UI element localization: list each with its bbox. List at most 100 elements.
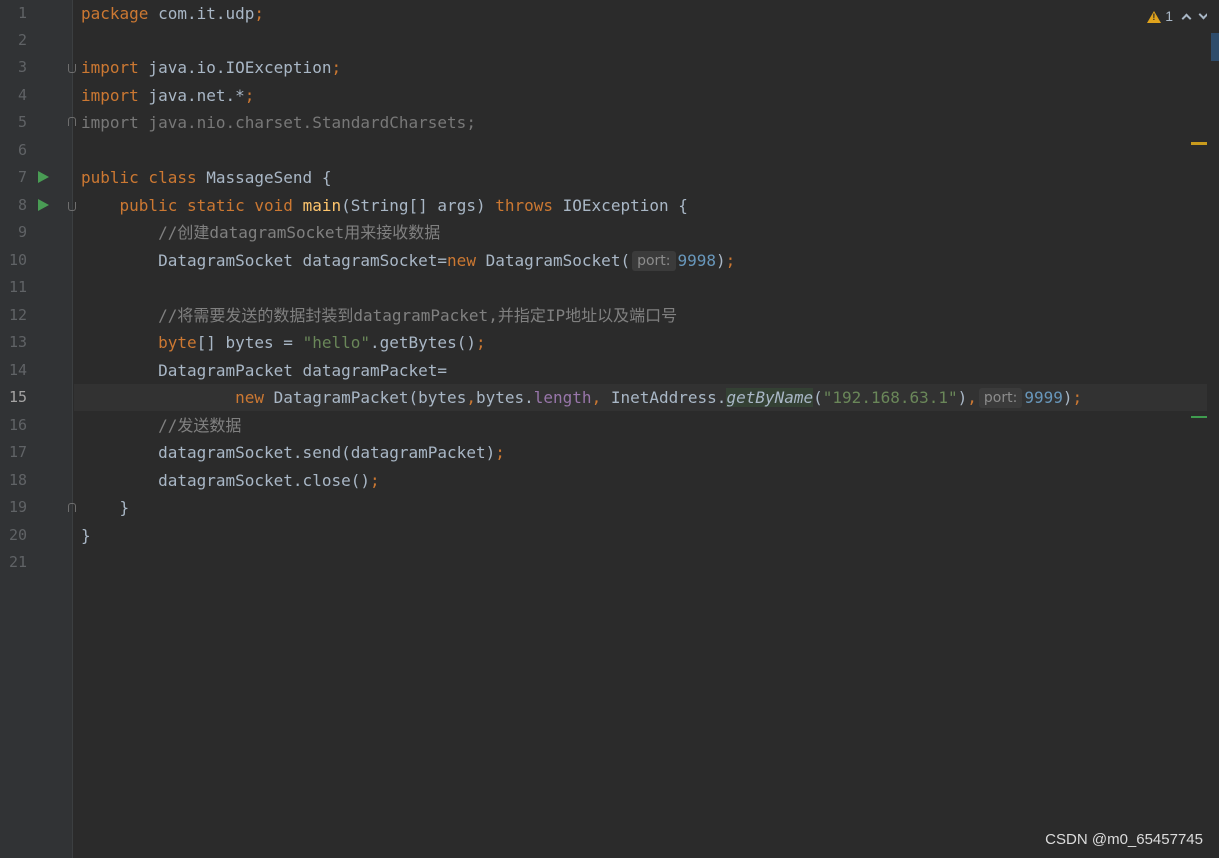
line-number: 19 (8, 498, 27, 516)
keyword: throws (495, 196, 554, 215)
code-line-1: package com.it.udp; (81, 0, 264, 27)
keyword: new (447, 251, 476, 270)
code-line-8: public static void main(String[] args) t… (81, 192, 688, 219)
number-literal: 9998 (677, 251, 717, 270)
keyword: package (81, 4, 149, 23)
change-stripe-marker[interactable] (1191, 416, 1207, 418)
constructor-call: DatagramSocket( (475, 251, 631, 270)
comment: //发送数据 (158, 416, 242, 435)
code-line-14: DatagramPacket datagramPacket= (81, 357, 447, 384)
code-line-18: datagramSocket.close(); (81, 467, 380, 494)
paren: ) (716, 251, 726, 270)
line-number: 1 (17, 4, 27, 22)
line-number: 7 (17, 168, 27, 186)
semicolon: ; (254, 4, 265, 23)
warning-indicator[interactable]: 1 (1147, 8, 1173, 24)
line-number: 14 (8, 361, 27, 379)
line-number: 8 (17, 196, 27, 214)
fold-end-imports-icon[interactable] (68, 117, 76, 126)
comma: , (967, 388, 977, 407)
run-main-icon[interactable] (38, 199, 49, 211)
keyword: byte (158, 333, 197, 352)
exception-type: IOException { (553, 196, 688, 215)
line-number: 2 (17, 31, 27, 49)
code-line-4: import java.net.*; (81, 82, 254, 109)
code-line-19: } (81, 494, 130, 521)
fold-method-icon[interactable] (68, 202, 76, 211)
keyword: import (81, 86, 139, 105)
warning-icon (1147, 11, 1162, 24)
line-number: 21 (8, 553, 27, 571)
paren: ( (813, 388, 823, 407)
static-method: getByName (726, 388, 814, 407)
code-line-15: new DatagramPacket(bytes,bytes.length, I… (81, 384, 1082, 411)
closing-brace: } (119, 498, 130, 517)
watermark: CSDN @m0_65457745 (1045, 831, 1203, 848)
import-path: java.net.* (138, 86, 245, 105)
code-line-10: DatagramSocket datagramSocket=new Datagr… (81, 247, 735, 274)
fold-end-method-icon[interactable] (68, 503, 76, 512)
code-line-3: import java.io.IOException; (81, 54, 341, 81)
line-number: 5 (17, 113, 27, 131)
keyword: new (235, 388, 265, 407)
line-number: 6 (17, 141, 27, 159)
code-editor[interactable]: 1 2 3 4 5 6 7 8 9 10 11 12 13 14 15 16 1… (0, 0, 1219, 858)
identifier: bytes. (475, 388, 534, 407)
number-literal: 9999 (1024, 388, 1063, 407)
comment: //将需要发送的数据封装到datagramPacket,并指定IP地址以及端口号 (158, 306, 678, 325)
semicolon: ; (244, 86, 255, 105)
string-literal: "192.168.63.1" (822, 388, 958, 407)
class-reference: InetAddress. (601, 388, 727, 407)
semicolon: ; (495, 443, 505, 462)
semicolon: ; (1072, 388, 1083, 407)
import-path: java.io.IOException (138, 58, 332, 77)
code-line-20: } (81, 522, 91, 549)
previous-highlight-icon[interactable] (1181, 13, 1192, 23)
keyword: public class (81, 168, 197, 187)
semicolon: ; (331, 58, 342, 77)
line-number: 4 (17, 86, 27, 104)
scrollbar-thumb[interactable] (1211, 33, 1219, 61)
code-line-13: byte[] bytes = "hello".getBytes(); (81, 329, 486, 356)
semicolon: ; (369, 471, 380, 490)
run-class-icon[interactable] (38, 171, 49, 183)
semicolon: ; (725, 251, 736, 270)
line-number: 10 (8, 251, 27, 269)
vertical-scrollbar[interactable] (1207, 0, 1219, 858)
code-line-7: public class MassageSend { (81, 164, 331, 191)
line-number: 11 (8, 278, 27, 296)
comment: //创建datagramSocket用来接收数据 (158, 223, 441, 242)
declaration: DatagramPacket datagramPacket= (158, 361, 448, 380)
code-line-16: //发送数据 (81, 412, 241, 439)
keyword: import (81, 58, 139, 77)
warning-stripe-marker[interactable] (1191, 142, 1207, 145)
line-number-gutter: 1 2 3 4 5 6 7 8 9 10 11 12 13 14 15 16 1… (0, 0, 76, 858)
line-number: 16 (8, 416, 27, 434)
keyword: public static void (119, 196, 293, 215)
statement: datagramSocket.close() (158, 471, 370, 490)
line-number: 12 (8, 306, 27, 324)
code-line-17: datagramSocket.send(datagramPacket); (81, 439, 505, 466)
line-number: 13 (8, 333, 27, 351)
code-line-9: //创建datagramSocket用来接收数据 (81, 219, 440, 246)
statement: datagramSocket.send(datagramPacket) (158, 443, 496, 462)
line-number-current: 15 (8, 388, 27, 406)
package-name: com.it.udp (148, 4, 255, 23)
unused-import: import java.nio.charset.StandardCharsets… (81, 113, 476, 132)
paren: ) (957, 388, 968, 407)
declaration: DatagramSocket datagramSocket= (158, 251, 448, 270)
semicolon: ; (475, 333, 486, 352)
comma: , (466, 388, 476, 407)
code-area[interactable]: package com.it.udp; import java.io.IOExc… (81, 0, 1205, 858)
comma: , (591, 388, 602, 407)
method-name: main (302, 196, 342, 215)
code-line-12: //将需要发送的数据封装到datagramPacket,并指定IP地址以及端口号 (81, 302, 677, 329)
line-number: 9 (17, 223, 27, 241)
line-number: 18 (8, 471, 27, 489)
constructor-call: DatagramPacket(bytes (264, 388, 467, 407)
warning-count: 1 (1165, 8, 1173, 24)
parameter-hint: port: (978, 388, 1023, 408)
field-length: length (533, 388, 592, 407)
fold-imports-icon[interactable] (68, 64, 76, 73)
declaration: [] bytes = (196, 333, 303, 352)
